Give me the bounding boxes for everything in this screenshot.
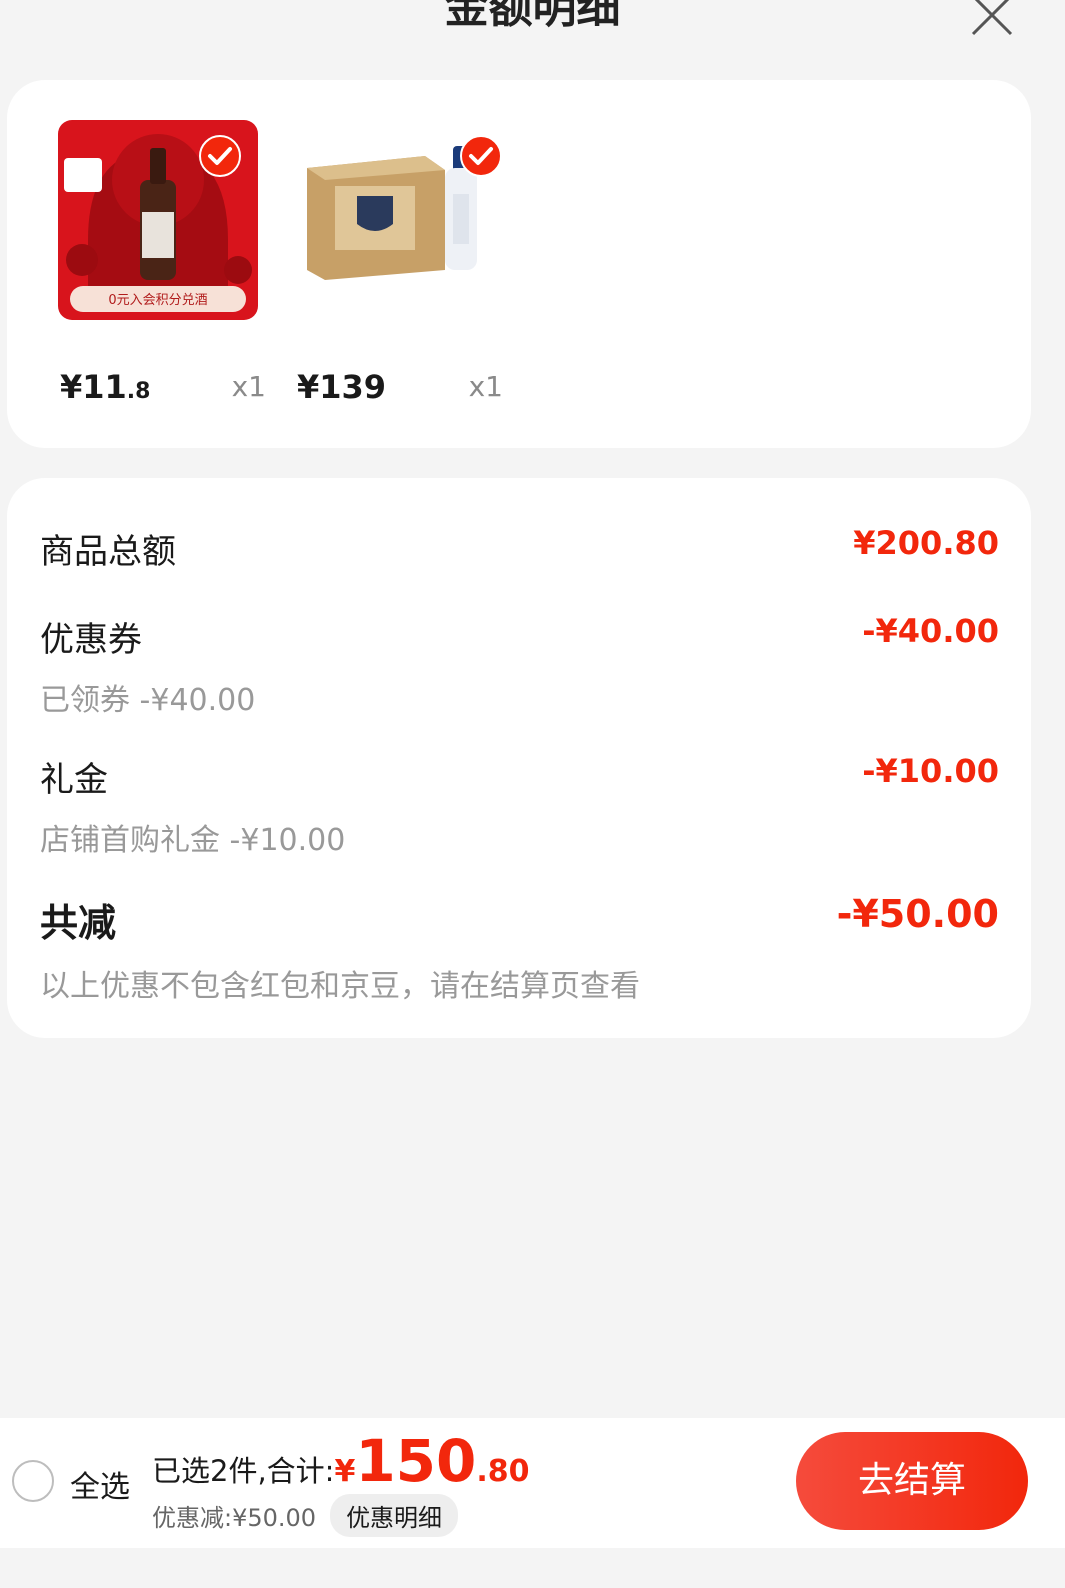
total-currency: ¥ xyxy=(334,1454,356,1489)
discount-text: 优惠减:¥50.00 xyxy=(152,1504,317,1532)
checkout-button[interactable]: 去结算 xyxy=(796,1432,1028,1530)
product-item[interactable]: ¥139 x1 xyxy=(295,120,503,440)
select-all-radio[interactable] xyxy=(12,1460,54,1502)
close-icon[interactable] xyxy=(969,0,1015,38)
price-main: ¥139 xyxy=(297,368,387,406)
total-int: 150 xyxy=(355,1427,477,1495)
coupon-row: 优惠券 已领券 -¥40.00 -¥40.00 xyxy=(40,612,999,719)
bottom-strip xyxy=(0,1548,1065,1588)
checkmark-icon[interactable] xyxy=(459,134,503,178)
total-dec: .80 xyxy=(476,1454,530,1489)
product-item[interactable]: 0元入会积分兑酒 ¥11.8 x1 xyxy=(58,120,266,440)
product-qty: x1 xyxy=(231,370,266,403)
total-note: 以上优惠不包含红包和京豆，请在结算页查看 xyxy=(40,969,640,1004)
selected-text: 已选2件,合计: xyxy=(152,1454,335,1488)
subtotal-row: 商品总额 ¥200.80 xyxy=(40,524,999,573)
product-price: ¥11.8 xyxy=(60,368,150,406)
page-title: 金额明细 xyxy=(444,0,621,33)
price-main: ¥11 xyxy=(60,368,127,406)
amount-detail-page: 金额明细 0元入会积分兑酒 ¥11.8 x1 ¥139 x1 商品总额 ¥200… xyxy=(0,0,1065,1588)
discount-detail-button[interactable]: 优惠明细 xyxy=(330,1494,459,1537)
gift-sub: 店铺首购礼金 -¥10.00 xyxy=(40,823,346,858)
products-card: 0元入会积分兑酒 ¥11.8 x1 ¥139 x1 xyxy=(7,80,1031,448)
gift-label: 礼金 xyxy=(40,760,108,800)
discount-line: 优惠减:¥50.00 优惠明细 xyxy=(152,1494,459,1537)
select-all-label[interactable]: 全选 xyxy=(70,1462,130,1506)
bottom-bar: 全选 已选2件,合计:¥150.80 优惠减:¥50.00 优惠明细 去结算 xyxy=(0,1418,1065,1548)
selected-summary: 已选2件,合计:¥150.80 xyxy=(152,1432,530,1490)
coupon-sub: 已领券 -¥40.00 xyxy=(40,683,256,718)
product-price: ¥139 xyxy=(297,368,386,406)
subtotal-amount: ¥200.80 xyxy=(853,524,999,562)
checkmark-icon[interactable] xyxy=(198,134,242,178)
price-decimal: .8 xyxy=(126,379,151,404)
coupon-label: 优惠券 xyxy=(40,620,142,660)
total-discount-row: 共减 以上优惠不包含红包和京豆，请在结算页查看 -¥50.00 xyxy=(40,892,999,1005)
header: 金额明细 xyxy=(0,0,1065,58)
gift-amount: -¥10.00 xyxy=(862,752,999,790)
product-qty: x1 xyxy=(468,370,503,403)
summary-card: 商品总额 ¥200.80 优惠券 已领券 -¥40.00 -¥40.00 礼金 … xyxy=(7,478,1031,1038)
total-amount: -¥50.00 xyxy=(836,892,999,936)
coupon-amount: -¥40.00 xyxy=(862,612,999,650)
product-badge-text: 0元入会积分兑酒 xyxy=(108,293,207,308)
gift-row: 礼金 店铺首购礼金 -¥10.00 -¥10.00 xyxy=(40,752,999,859)
